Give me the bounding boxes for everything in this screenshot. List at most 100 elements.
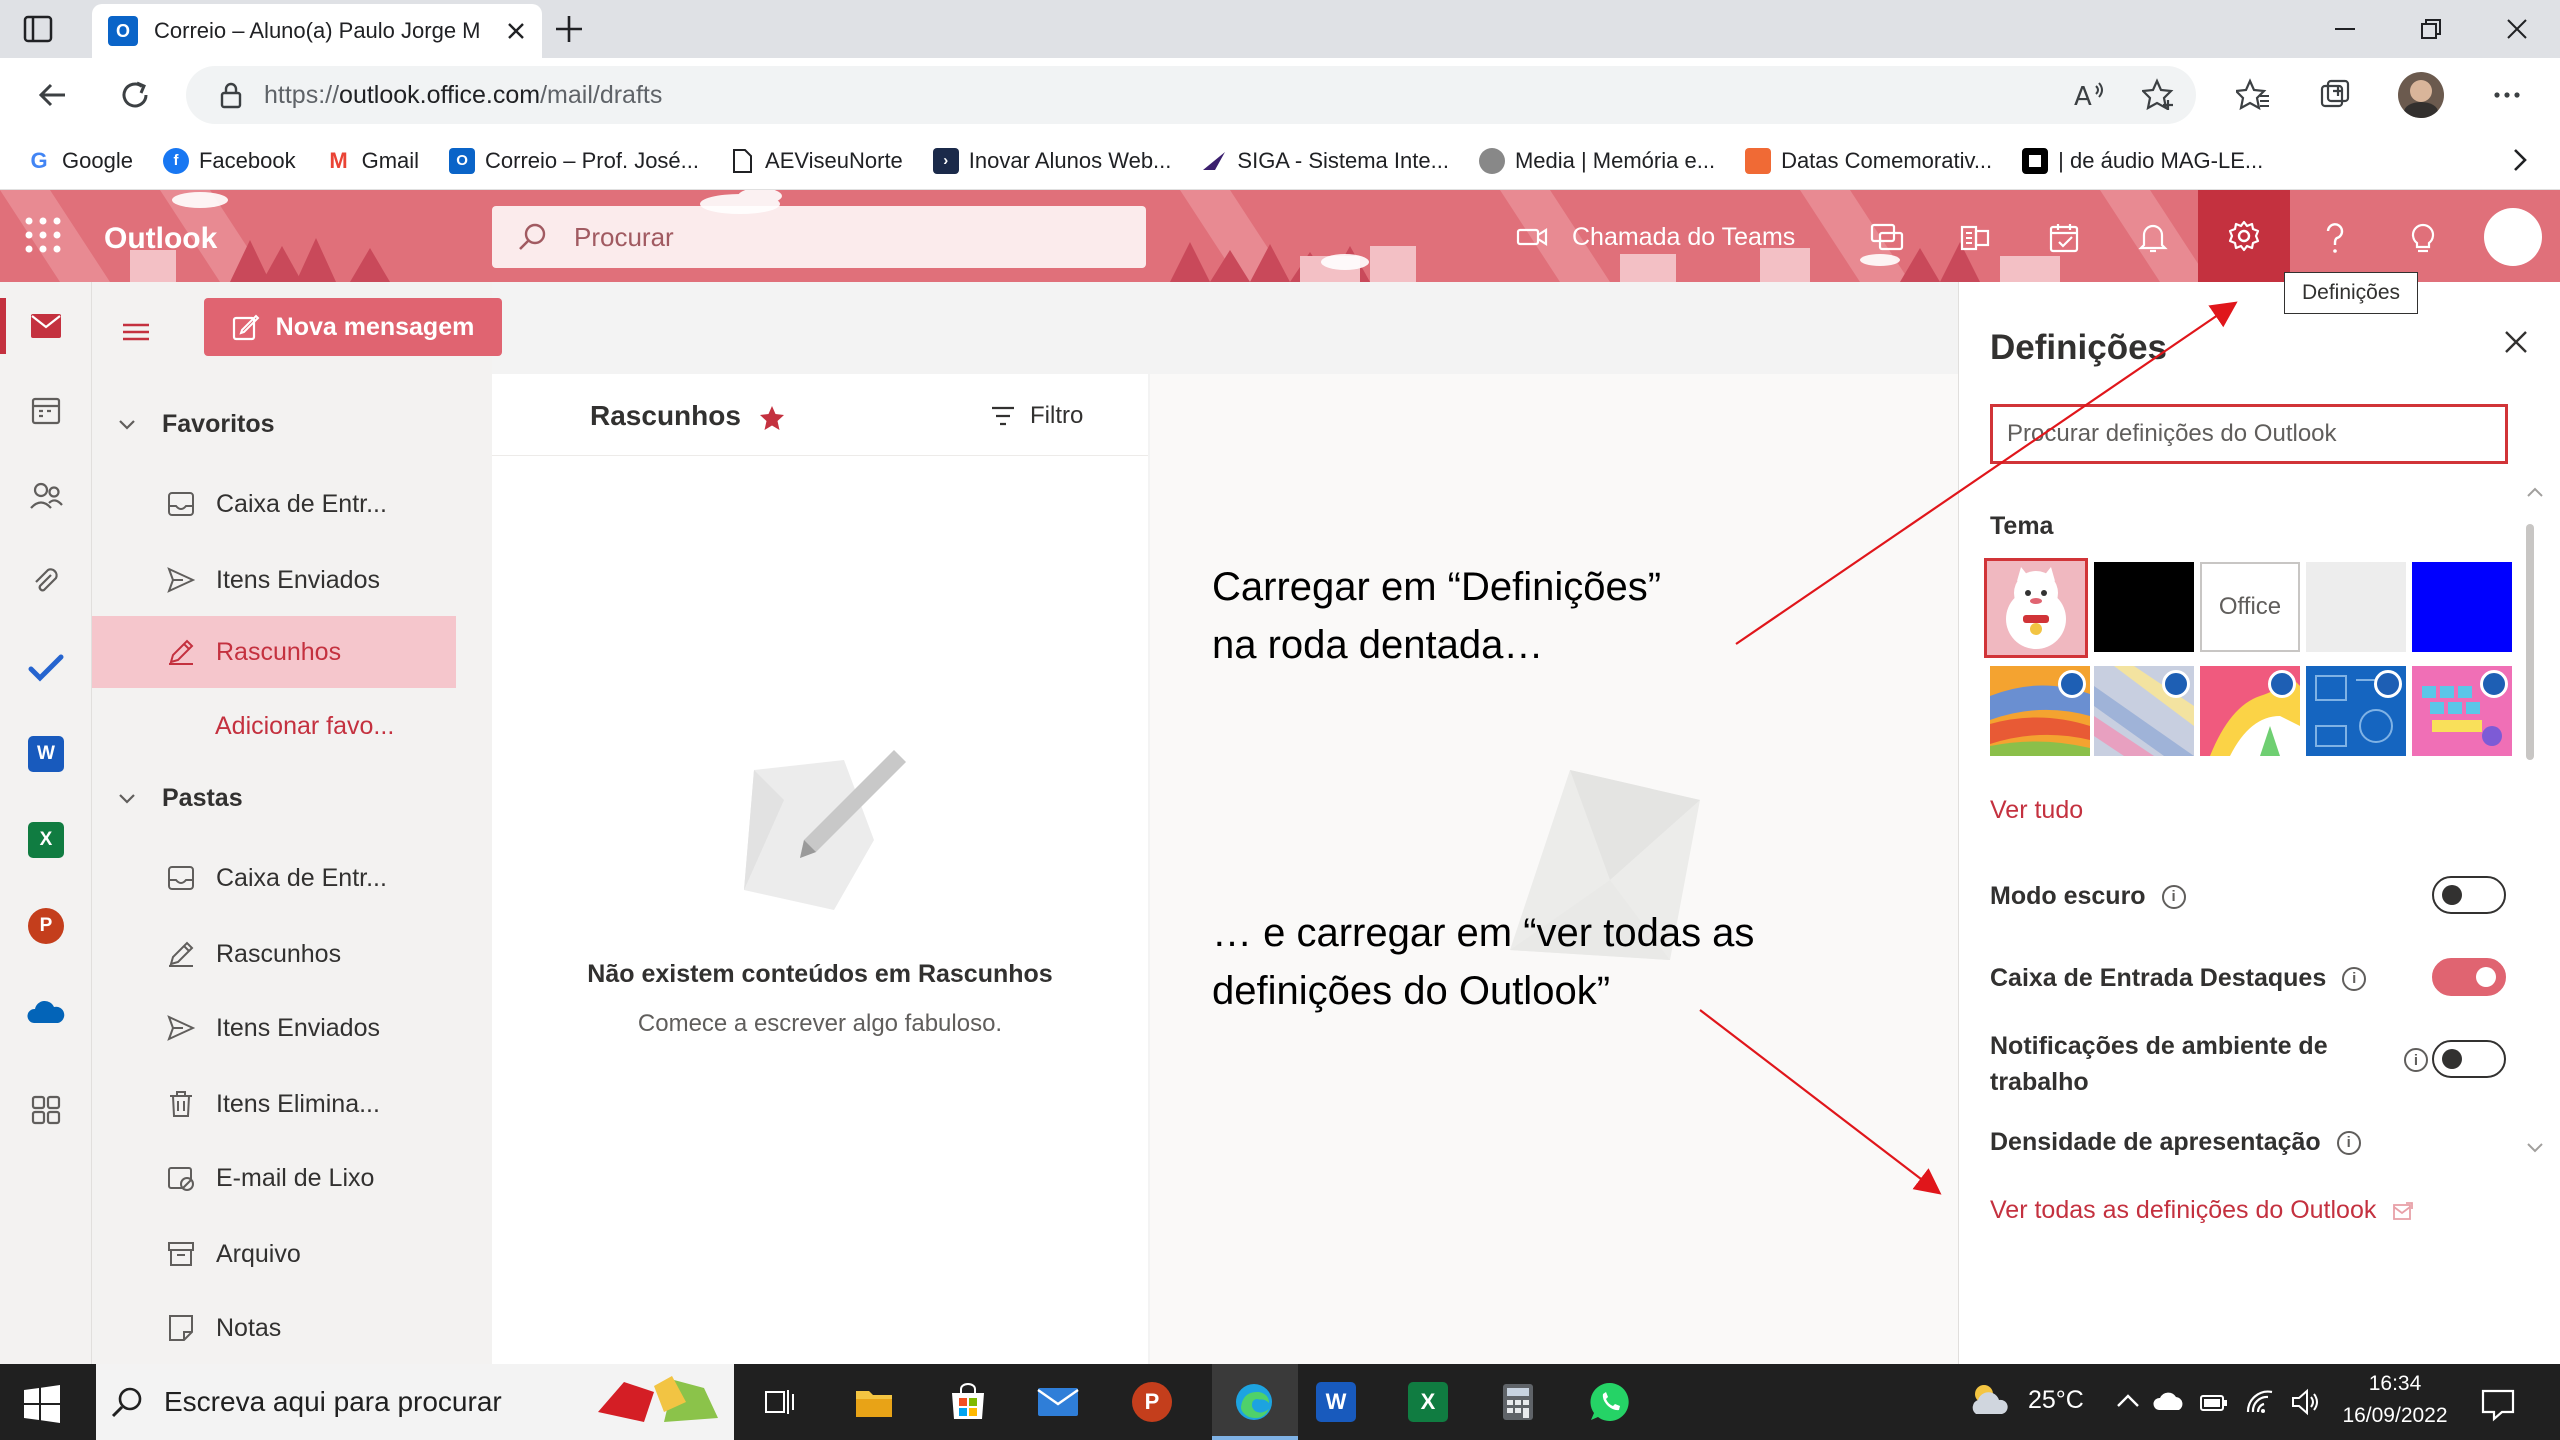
folder-notes[interactable]: Notas <box>92 1292 456 1364</box>
fav-correio[interactable]: O Correio – Prof. José... <box>449 147 699 174</box>
task-view-icon[interactable] <box>752 1374 808 1430</box>
view-all-settings-link[interactable]: Ver todas as definições do Outlook <box>1990 1196 2414 1225</box>
info-icon[interactable]: i <box>2336 1130 2361 1155</box>
app-launcher-icon[interactable] <box>18 210 68 260</box>
calculator-icon[interactable] <box>1490 1374 1546 1430</box>
scroll-down-arrow-icon[interactable] <box>2526 1140 2544 1156</box>
chevron-up-icon[interactable] <box>2114 1388 2142 1414</box>
close-tab-icon[interactable] <box>506 21 526 41</box>
minimize-icon[interactable] <box>2300 0 2390 58</box>
close-settings-icon[interactable] <box>2498 324 2534 360</box>
file-explorer-icon[interactable] <box>846 1374 902 1430</box>
outlook-brand[interactable]: Outlook <box>104 222 217 256</box>
fav-facebook[interactable]: f Facebook <box>162 147 296 174</box>
folder-archive[interactable]: Arquivo <box>92 1218 456 1290</box>
theme-blueprint[interactable] <box>2306 666 2406 756</box>
tab-actions-icon[interactable] <box>22 14 54 44</box>
info-icon[interactable]: i <box>2404 1048 2428 1072</box>
folder-sent[interactable]: Itens Enviados <box>92 992 456 1064</box>
folders-group-header[interactable]: Pastas <box>116 784 243 813</box>
restore-icon[interactable] <box>2386 0 2476 58</box>
battery-icon[interactable] <box>2198 1388 2230 1416</box>
weather-icon[interactable] <box>1966 1380 2012 1420</box>
attachment-icon[interactable] <box>20 556 72 608</box>
new-tab-icon[interactable] <box>552 12 586 46</box>
favorite-star-icon[interactable] <box>758 404 786 432</box>
focused-inbox-toggle[interactable] <box>2432 958 2506 996</box>
collections-icon[interactable] <box>2310 70 2360 120</box>
fav-media[interactable]: Media | Memória e... <box>1478 147 1715 174</box>
settings-search-input[interactable]: Procurar definições do Outlook <box>1990 404 2508 464</box>
volume-icon[interactable] <box>2290 1388 2322 1416</box>
favorites-group-header[interactable]: Favoritos <box>116 410 275 439</box>
refresh-icon[interactable] <box>110 70 160 120</box>
fav-folder-drafts[interactable]: Rascunhos <box>92 616 456 688</box>
filter-button[interactable]: Filtro <box>990 402 1083 430</box>
density-row[interactable]: Densidade de apresentação i <box>1990 1128 2361 1157</box>
mail-app-icon[interactable] <box>1030 1374 1086 1430</box>
fav-audio[interactable]: | de áudio MAG-LE... <box>2022 147 2263 174</box>
hamburger-menu-icon[interactable] <box>118 314 154 350</box>
back-icon[interactable] <box>28 70 78 120</box>
favorites-icon[interactable] <box>2228 70 2278 120</box>
url-text[interactable]: https://outlook.office.com/mail/drafts <box>264 81 662 110</box>
read-aloud-icon[interactable]: A <box>2064 70 2114 120</box>
onedrive-tray-icon[interactable] <box>2152 1390 2186 1416</box>
address-bar[interactable]: https://outlook.office.com/mail/drafts <box>186 66 2196 124</box>
fav-folder-sent[interactable]: Itens Enviados <box>92 544 456 616</box>
folder-deleted[interactable]: Itens Elimina... <box>92 1068 456 1140</box>
chat-icon[interactable] <box>1858 210 1916 266</box>
add-favorite-link[interactable]: Adicionar favo... <box>215 712 394 741</box>
teams-call-button[interactable]: Chamada do Teams <box>1516 206 1795 268</box>
theme-keyboard[interactable] <box>2412 666 2512 756</box>
folder-junk[interactable]: E-mail de Lixo <box>92 1142 456 1214</box>
settings-scrollbar[interactable] <box>2526 524 2534 760</box>
mail-icon[interactable] <box>20 300 72 352</box>
temperature-label[interactable]: 25°C <box>2028 1386 2084 1415</box>
theme-prism[interactable] <box>2094 666 2194 756</box>
word-icon[interactable]: W <box>20 728 72 780</box>
fav-aeviseunorte[interactable]: AEViseuNorte <box>729 148 903 174</box>
edge-browser-icon[interactable] <box>1226 1374 1282 1430</box>
theme-unicorn[interactable] <box>2200 666 2300 756</box>
help-icon[interactable] <box>2306 210 2364 266</box>
windows-start-icon[interactable] <box>22 1384 62 1424</box>
excel-icon[interactable]: X <box>20 814 72 866</box>
calendar-icon[interactable] <box>20 384 72 436</box>
settings-gear-button[interactable] <box>2198 190 2290 282</box>
theme-light-gray[interactable] <box>2306 562 2406 652</box>
word-taskbar-icon[interactable]: W <box>1308 1374 1364 1430</box>
powerpoint-icon[interactable]: P <box>20 900 72 952</box>
excel-taskbar-icon[interactable]: X <box>1400 1374 1456 1430</box>
wifi-icon[interactable] <box>2244 1388 2276 1416</box>
office-apps-icon[interactable] <box>1946 210 2004 266</box>
theme-blue[interactable] <box>2412 562 2512 652</box>
theme-office[interactable]: Office <box>2200 562 2300 652</box>
info-icon[interactable]: i <box>2161 884 2186 909</box>
my-day-icon[interactable] <box>2036 210 2094 266</box>
lightbulb-icon[interactable] <box>2394 210 2452 266</box>
desktop-notifications-toggle[interactable] <box>2432 1040 2506 1078</box>
clock[interactable]: 16:34 16/09/2022 <box>2340 1368 2450 1432</box>
dark-mode-toggle[interactable] <box>2432 876 2506 914</box>
lock-icon[interactable] <box>220 81 242 109</box>
theme-black[interactable] <box>2094 562 2194 652</box>
powerpoint-taskbar-icon[interactable]: P <box>1124 1374 1180 1430</box>
more-options-icon[interactable] <box>2482 70 2532 120</box>
whatsapp-icon[interactable] <box>1582 1374 1638 1430</box>
add-favorite-star-icon[interactable] <box>2134 70 2184 120</box>
microsoft-store-icon[interactable] <box>940 1374 996 1430</box>
theme-sunset[interactable] <box>1990 666 2090 756</box>
fav-folder-inbox[interactable]: Caixa de Entr... <box>92 468 456 540</box>
folder-drafts[interactable]: Rascunhos <box>92 918 456 990</box>
close-window-icon[interactable] <box>2472 0 2560 58</box>
see-all-themes-link[interactable]: Ver tudo <box>1990 796 2083 825</box>
mail-search-input[interactable]: Procurar <box>492 206 1146 268</box>
browser-tab-outlook[interactable]: O Correio – Aluno(a) Paulo Jorge M <box>92 4 542 58</box>
notifications-bell-icon[interactable] <box>2124 210 2182 266</box>
notification-center-icon[interactable] <box>2478 1384 2518 1424</box>
profile-avatar[interactable] <box>2398 72 2444 118</box>
fav-gmail[interactable]: M Gmail <box>326 148 419 174</box>
todo-check-icon[interactable] <box>20 642 72 694</box>
info-icon[interactable]: i <box>2342 966 2367 991</box>
